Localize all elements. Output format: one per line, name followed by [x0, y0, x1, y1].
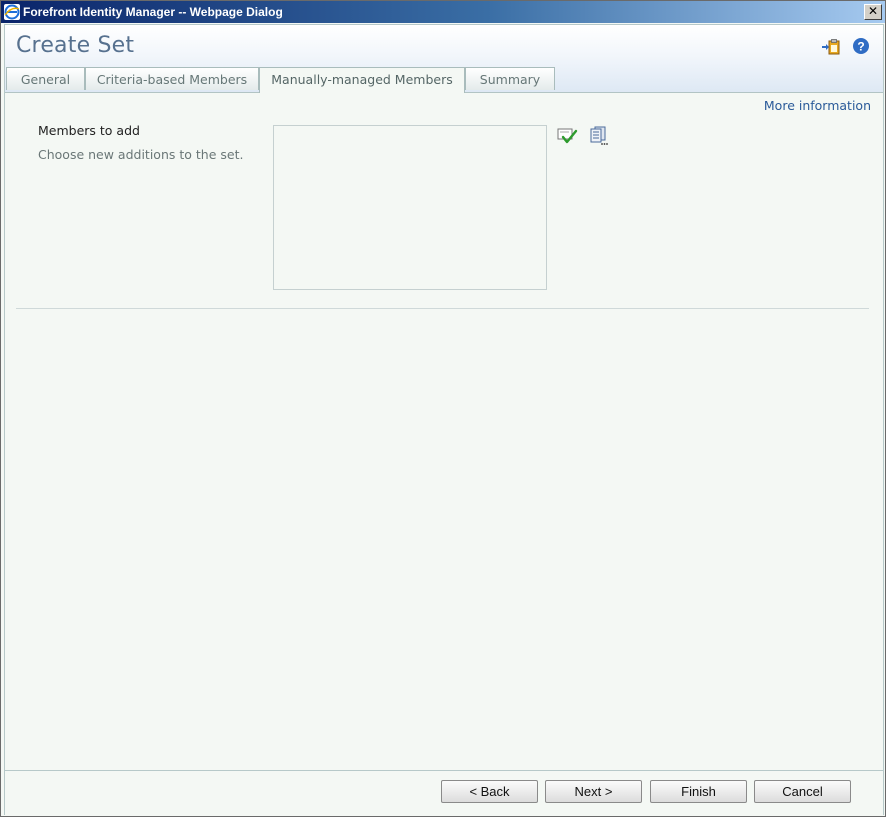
section-divider — [16, 308, 869, 309]
dialog-content: Create Set ? General Criteria-based Memb… — [4, 24, 884, 815]
tab-criteria-based-members[interactable]: Criteria-based Members — [85, 67, 259, 90]
close-button[interactable]: ✕ — [864, 4, 882, 20]
button-bar: < Back Next > Finish Cancel — [5, 770, 883, 815]
tab-summary[interactable]: Summary — [465, 67, 555, 90]
next-button[interactable]: Next > — [545, 780, 642, 803]
finish-button[interactable]: Finish — [650, 780, 747, 803]
paste-icon[interactable] — [821, 37, 840, 55]
validate-icon[interactable] — [557, 126, 579, 146]
internet-explorer-icon — [4, 4, 20, 20]
members-to-add-label: Members to add — [38, 123, 140, 138]
header-band: Create Set ? General Criteria-based Memb… — [5, 25, 883, 93]
window-title: Forefront Identity Manager -- Webpage Di… — [23, 5, 283, 19]
members-to-add-input[interactable] — [273, 125, 547, 290]
members-to-add-description: Choose new additions to the set. — [38, 147, 244, 162]
tab-manually-managed-members[interactable]: Manually-managed Members — [259, 67, 465, 93]
title-bar[interactable]: Forefront Identity Manager -- Webpage Di… — [1, 1, 885, 23]
cancel-button[interactable]: Cancel — [754, 780, 851, 803]
dialog-window: Forefront Identity Manager -- Webpage Di… — [0, 0, 886, 817]
help-icon[interactable]: ? — [852, 37, 870, 55]
browse-icon[interactable] — [587, 126, 609, 146]
page-title: Create Set — [16, 33, 135, 58]
tab-general[interactable]: General — [6, 67, 85, 90]
back-button[interactable]: < Back — [441, 780, 538, 803]
tab-strip: General Criteria-based Members Manually-… — [5, 67, 883, 93]
more-information-link[interactable]: More information — [764, 98, 871, 113]
svg-text:?: ? — [857, 40, 864, 54]
